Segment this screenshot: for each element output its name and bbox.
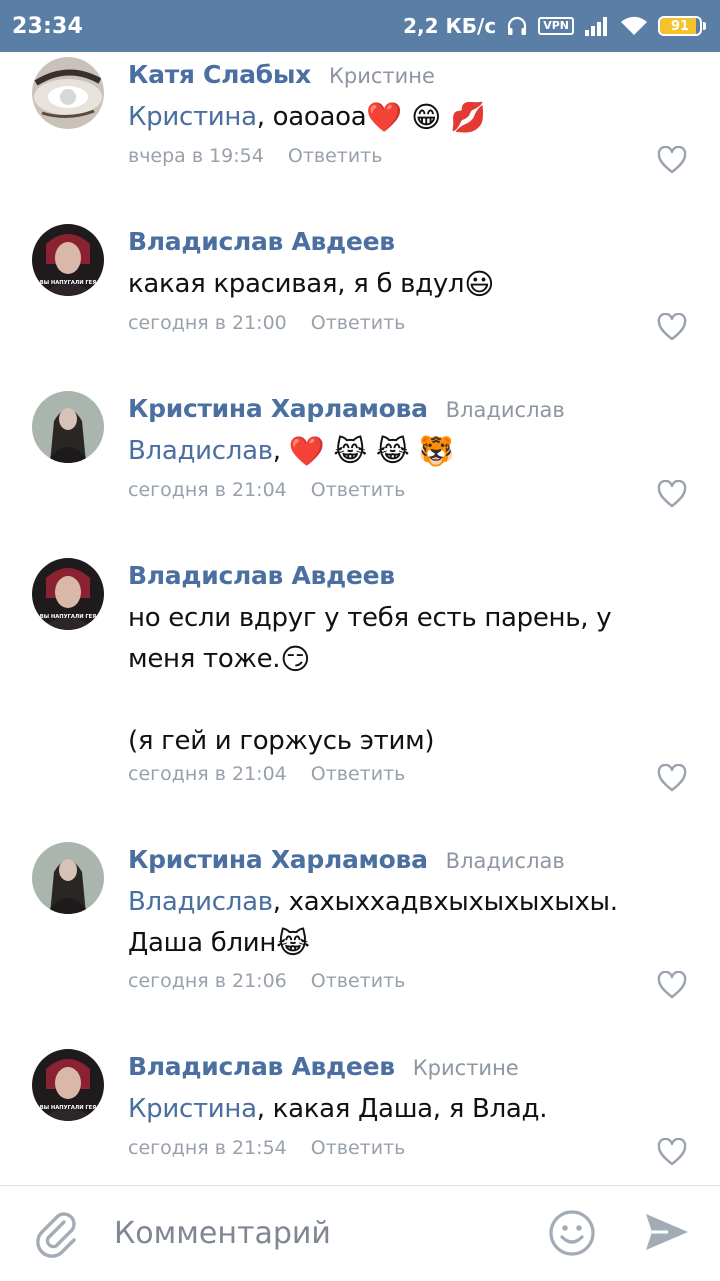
comment-header: Кристина Харламова Владислав (128, 394, 565, 423)
emoji-group: ❤️ 😁 💋 (366, 100, 486, 134)
battery-level: 91 (670, 18, 690, 34)
comment-composer (0, 1185, 720, 1281)
avatar[interactable] (32, 57, 104, 129)
comment-meta: сегодня в 21:54 Ответить (128, 1137, 405, 1159)
comment-text: Владислав, хахыххадвхыхыхыхыхы. Даша бли… (128, 882, 688, 964)
signal-icon (584, 16, 610, 36)
comment-text: Владислав, ❤️ 😹 😹 🐯 (128, 431, 688, 472)
comment-meta: сегодня в 21:06 Ответить (128, 970, 405, 992)
avatar[interactable]: ВЫ НАПУГАЛИ ГЕЯ (32, 1049, 104, 1121)
reply-button[interactable]: Ответить (288, 145, 383, 167)
emoji-group: 😏 (280, 642, 311, 676)
comment-meta: сегодня в 21:04 Ответить (128, 763, 405, 785)
comment-date: сегодня в 21:04 (128, 479, 287, 501)
battery-icon: 91 (658, 16, 706, 36)
comment-author[interactable]: Кристина Харламова (128, 394, 428, 423)
paperclip-icon[interactable] (34, 1208, 80, 1258)
avatar[interactable] (32, 391, 104, 463)
like-heart-icon[interactable] (657, 145, 687, 174)
status-time: 23:34 (12, 13, 84, 39)
like-heart-icon[interactable] (657, 970, 687, 999)
comment-header: Владислав Авдеев (128, 227, 395, 256)
headphones-icon (506, 15, 528, 37)
comment-meta: сегодня в 21:00 Ответить (128, 312, 405, 334)
reply-button[interactable]: Ответить (311, 763, 406, 785)
like-heart-icon[interactable] (657, 763, 687, 792)
avatar[interactable]: ВЫ НАПУГАЛИ ГЕЯ (32, 224, 104, 296)
reply-button[interactable]: Ответить (311, 1137, 406, 1159)
emoji-group: 😃 (464, 267, 495, 301)
like-heart-icon[interactable] (657, 1137, 687, 1166)
like-heart-icon[interactable] (657, 312, 687, 341)
emoji-group: 😹 (276, 926, 310, 960)
comment-header: Владислав Авдеев (128, 561, 395, 590)
status-indicators: 2,2 КБ/с VPN 91 (403, 14, 706, 38)
comment-header: Кристина Харламова Владислав (128, 845, 565, 874)
reply-to-label[interactable]: Владислав (446, 849, 565, 873)
comment-date: сегодня в 21:54 (128, 1137, 287, 1159)
comment-text: какая красивая, я б вдул😃 (128, 264, 688, 305)
comment-text: Кристина, оаоаоа❤️ 😁 💋 (128, 97, 688, 138)
comment-date: сегодня в 21:06 (128, 970, 287, 992)
mention-link[interactable]: Владислав (128, 436, 273, 466)
comment-author[interactable]: Владислав Авдеев (128, 227, 395, 256)
status-bar: 23:34 2,2 КБ/с VPN 91 (0, 0, 720, 52)
comment-header: Катя Слабых Кристине (128, 60, 435, 89)
avatar[interactable] (32, 842, 104, 914)
avatar[interactable]: ВЫ НАПУГАЛИ ГЕЯ (32, 558, 104, 630)
comment-meta: сегодня в 21:04 Ответить (128, 479, 405, 501)
comment-date: сегодня в 21:04 (128, 763, 287, 785)
avatar-caption: ВЫ НАПУГАЛИ ГЕЯ (40, 1105, 96, 1111)
comment-author[interactable]: Владислав Авдеев (128, 1052, 395, 1081)
comment-author[interactable]: Владислав Авдеев (128, 561, 395, 590)
mention-link[interactable]: Владислав (128, 887, 273, 917)
reply-to-label[interactable]: Кристине (413, 1056, 519, 1080)
comment-text: Кристина, какая Даша, я Влад. (128, 1094, 548, 1124)
comment-text: но если вдруг у тебя есть парень, у меня… (128, 603, 612, 756)
vpn-icon: VPN (538, 17, 574, 35)
reply-button[interactable]: Ответить (311, 312, 406, 334)
comment-author[interactable]: Катя Слабых (128, 60, 311, 89)
comment-header: Владислав Авдеев Кристине (128, 1052, 519, 1081)
mention-link[interactable]: Кристина (128, 1094, 257, 1124)
emoji-group: ❤️ 😹 😹 🐯 (288, 434, 455, 468)
avatar-caption: ВЫ НАПУГАЛИ ГЕЯ (40, 614, 96, 620)
comment-meta: вчера в 19:54 Ответить (128, 145, 382, 167)
comment-author[interactable]: Кристина Харламова (128, 845, 428, 874)
mention-link[interactable]: Кристина (128, 102, 257, 132)
send-icon[interactable] (642, 1208, 690, 1256)
network-speed: 2,2 КБ/с (403, 14, 497, 38)
reply-button[interactable]: Ответить (311, 479, 406, 501)
reply-to-label[interactable]: Кристине (329, 64, 435, 88)
comment-date: вчера в 19:54 (128, 145, 264, 167)
smile-icon[interactable] (547, 1208, 597, 1258)
avatar-caption: ВЫ НАПУГАЛИ ГЕЯ (40, 280, 96, 286)
reply-button[interactable]: Ответить (311, 970, 406, 992)
wifi-icon (620, 16, 648, 36)
comment-date: сегодня в 21:00 (128, 312, 287, 334)
like-heart-icon[interactable] (657, 479, 687, 508)
comment-input[interactable] (114, 1210, 514, 1256)
reply-to-label[interactable]: Владислав (446, 398, 565, 422)
